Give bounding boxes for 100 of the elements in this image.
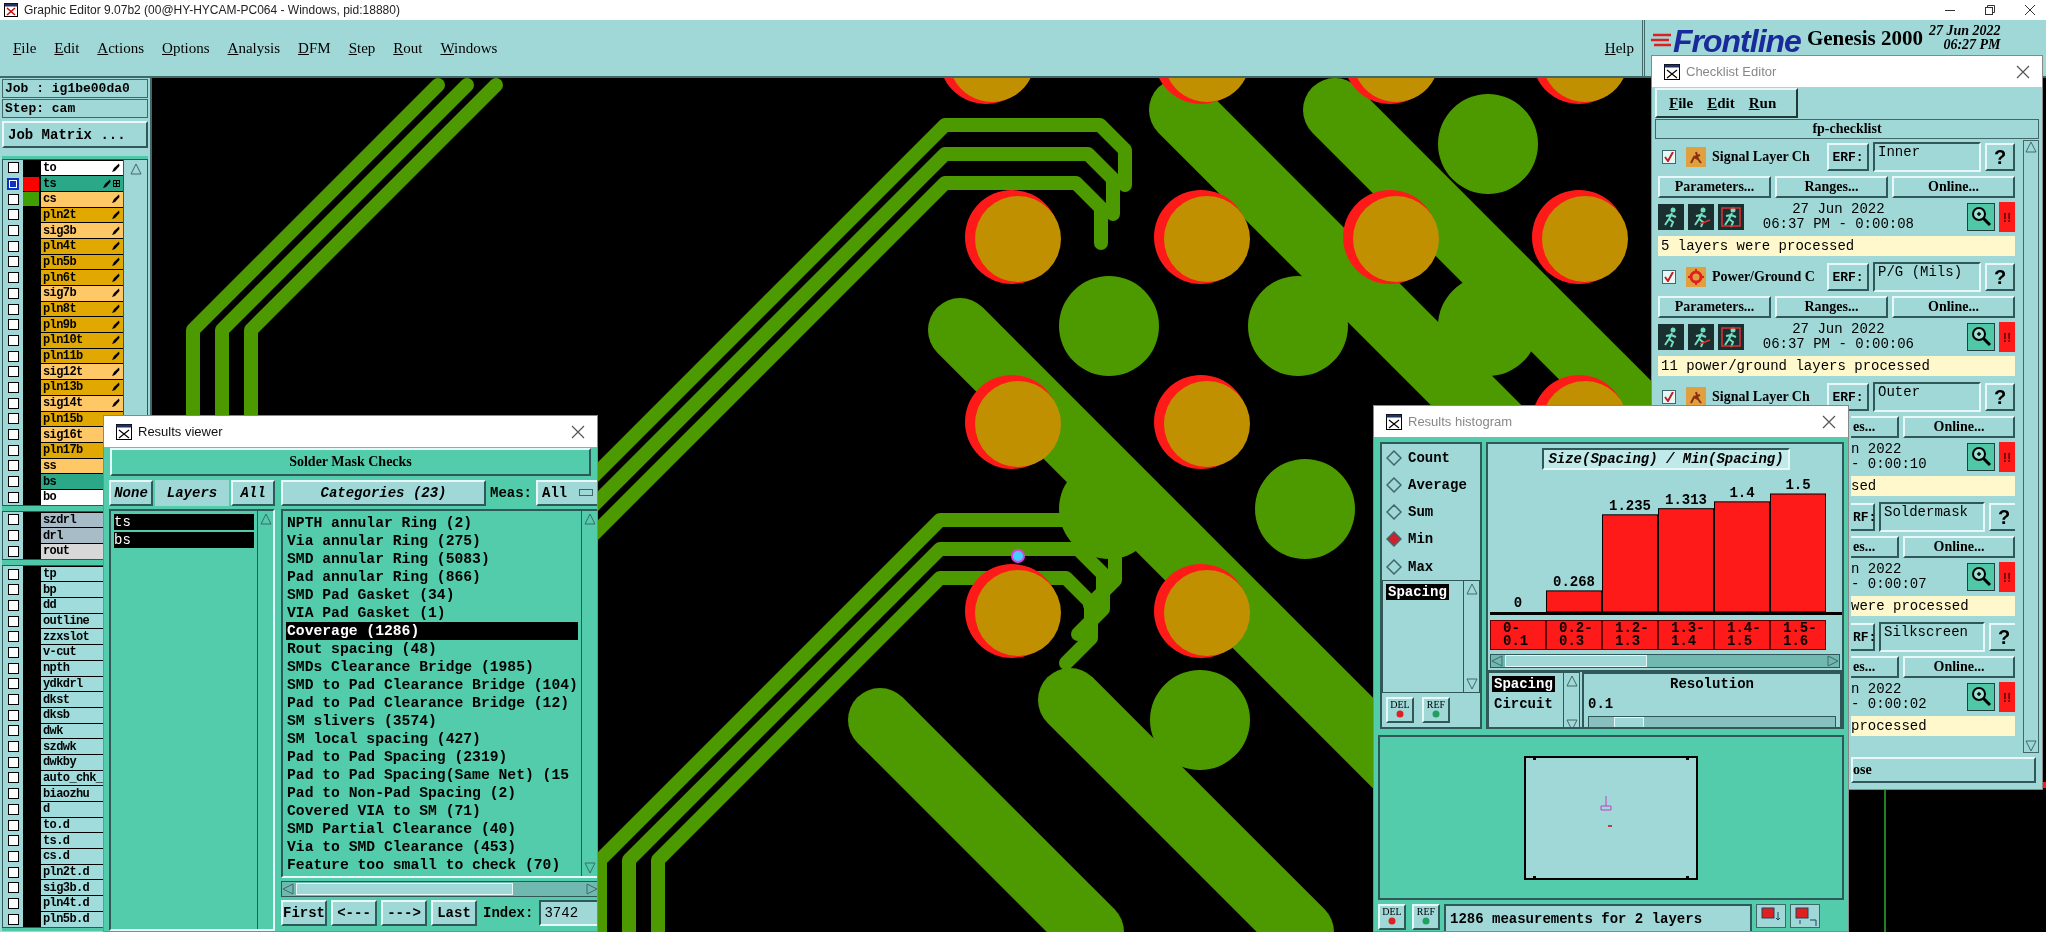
category-item[interactable]: Pad to Non-Pad Spacing (2) (286, 784, 579, 802)
menu-item[interactable]: Options (162, 39, 210, 57)
slider-track[interactable] (1588, 716, 1836, 727)
category-item[interactable]: Covered VIA to SM (71) (286, 802, 579, 820)
layer-cell[interactable]: sig12t (41, 364, 123, 380)
help-button[interactable]: ? (1989, 623, 2016, 651)
menu-item[interactable]: Step (348, 39, 376, 57)
histogram-icon[interactable] (1756, 904, 1786, 928)
mode-option[interactable]: Count (1386, 449, 1480, 466)
scroll-thumb[interactable] (296, 883, 513, 895)
scroll-up-icon[interactable] (1565, 675, 1578, 687)
layer-cell[interactable]: pln11b (41, 348, 123, 364)
scroll-down-icon[interactable] (1465, 678, 1478, 690)
layer-checkbox[interactable] (7, 272, 19, 284)
slider-thumb[interactable] (1613, 717, 1644, 727)
layer-checkbox[interactable] (7, 209, 19, 221)
check-action-button[interactable]: Online... (1892, 176, 2016, 198)
meas-dropdown[interactable]: All (536, 480, 597, 506)
layer-item[interactable]: bs (114, 532, 254, 548)
menu-item[interactable]: Rout (393, 39, 423, 57)
layer-checkbox[interactable] (7, 287, 19, 299)
close-icon[interactable] (1822, 414, 1836, 429)
runner-icon[interactable] (1688, 324, 1714, 350)
layer-checkbox[interactable] (7, 381, 19, 393)
layer-checkbox[interactable] (7, 240, 19, 252)
scrollbar[interactable] (1563, 673, 1579, 727)
layer-cell[interactable]: pln6t (41, 270, 123, 285)
layer-checkbox[interactable] (7, 835, 19, 847)
layer-checkbox[interactable] (7, 788, 19, 800)
scroll-up-icon[interactable] (1465, 583, 1478, 596)
layer-checkbox[interactable] (7, 741, 19, 753)
close-icon[interactable] (2016, 64, 2030, 79)
layer-checkbox[interactable] (7, 444, 19, 456)
categories-button[interactable]: Categories (23) (281, 480, 486, 506)
category-item[interactable]: SMD Partial Clearance (40) (286, 820, 579, 838)
layer-cell[interactable]: pln2t (41, 207, 123, 223)
layer-checkbox[interactable] (7, 225, 19, 237)
check-action-button[interactable]: Online... (1892, 296, 2016, 318)
mode-option[interactable]: Average (1386, 476, 1480, 493)
layer-cell[interactable]: pln8t (41, 301, 123, 317)
refresh-button[interactable]: REF (1412, 904, 1440, 930)
category-item[interactable]: SMD to Pad Clearance Bridge (104) (286, 676, 579, 694)
nav-button[interactable]: First (281, 900, 327, 926)
category-item[interactable]: SMD Pad Gasket (34) (286, 586, 579, 604)
layer-checkbox[interactable] (7, 413, 19, 425)
layer-cell[interactable]: pln13b (41, 380, 123, 395)
layer-checkbox[interactable] (7, 256, 19, 268)
layer-checkbox[interactable] (7, 319, 19, 331)
layer-checkbox[interactable] (7, 850, 19, 862)
category-item[interactable]: Feature too small to check (70) (286, 856, 579, 874)
menu-item[interactable]: Run (1748, 94, 1777, 112)
help-menu[interactable]: Help (1604, 39, 1634, 57)
category-item[interactable]: Rout spacing (48) (286, 640, 579, 658)
erf-field[interactable]: P/G (Mils) (1873, 262, 1982, 292)
layer-checkbox[interactable] (7, 694, 19, 706)
check-action-button[interactable]: es... (1851, 416, 1899, 438)
mode-option[interactable]: Min (1386, 531, 1480, 548)
layer-checkbox[interactable] (7, 662, 19, 674)
layer-cell[interactable]: ts (41, 176, 123, 191)
layer-checkbox[interactable] (7, 491, 19, 503)
nav-button[interactable]: Last (431, 900, 477, 926)
layer-item[interactable]: ts (114, 514, 254, 530)
category-item[interactable]: Pad to Pad Clearance Bridge (12) (286, 694, 579, 712)
category-item[interactable]: VIA Pad Gasket (1) (286, 604, 579, 622)
erf-field[interactable]: Soldermask (1879, 502, 1985, 532)
layer-cell[interactable]: cs (41, 191, 123, 207)
layer-checkbox[interactable] (7, 177, 19, 190)
menu-item[interactable]: Edit (54, 39, 80, 57)
layer-checkbox[interactable] (7, 599, 19, 611)
layer-cell[interactable]: pln10t (41, 333, 123, 348)
field-item[interactable]: Spacing (1386, 584, 1449, 601)
erf-field[interactable]: Inner (1873, 142, 1982, 172)
nav-button[interactable]: ---> (381, 900, 427, 926)
scrollbar[interactable] (1463, 581, 1479, 692)
check-action-button[interactable]: Online... (1903, 416, 2016, 438)
all-button[interactable]: All (231, 480, 275, 506)
erf-field[interactable]: Silkscreen (1879, 622, 1985, 652)
menu-item[interactable]: Edit (1707, 94, 1735, 112)
menu-item[interactable]: Analysis (227, 39, 281, 57)
refresh-button[interactable]: REF (1422, 697, 1450, 723)
layer-cell[interactable]: sig3b (41, 223, 123, 238)
restore-icon[interactable] (1984, 4, 1996, 16)
category-item[interactable]: Via to SMD Clearance (453) (286, 838, 579, 856)
category-item[interactable]: SM local spacing (427) (286, 730, 579, 748)
close-icon[interactable] (571, 424, 585, 439)
runner-icon[interactable] (1718, 204, 1744, 230)
scrollbar[interactable] (281, 881, 597, 897)
menu-item[interactable]: Actions (97, 39, 145, 57)
layer-checkbox[interactable] (7, 819, 19, 831)
group-item[interactable]: Spacing (1492, 676, 1555, 692)
menu-item[interactable]: DFM (298, 39, 331, 57)
layer-checkbox[interactable] (7, 803, 19, 815)
help-button[interactable]: ? (1985, 383, 2016, 411)
zoom-icon[interactable] (1967, 323, 1996, 351)
erf-field[interactable]: Outer (1873, 382, 1982, 412)
close-button[interactable]: ose (1851, 757, 2036, 783)
check-action-button[interactable]: es... (1851, 536, 1899, 558)
layer-checkbox[interactable] (7, 162, 19, 174)
check-action-button[interactable]: es... (1851, 656, 1899, 678)
help-button[interactable]: ? (1985, 143, 2016, 171)
